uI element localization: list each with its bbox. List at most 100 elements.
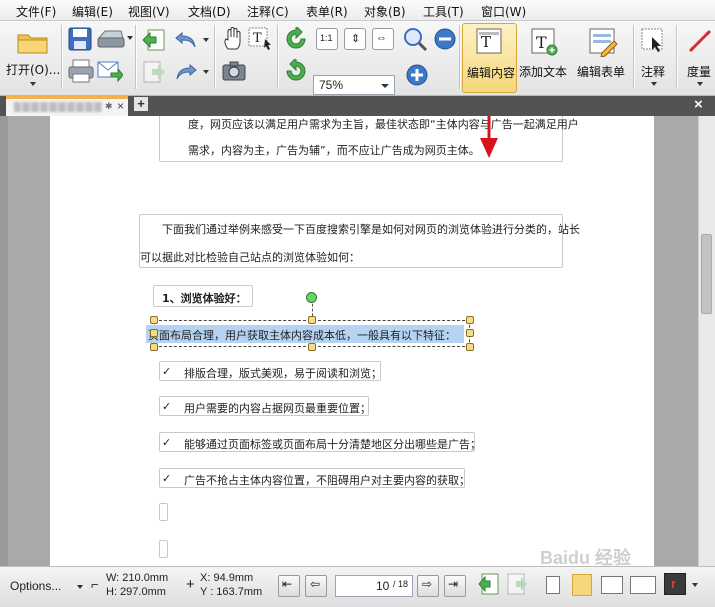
check-item-2[interactable]: ✓ 用户需要的内容占据网页最重要位置； [159, 396, 371, 416]
document-viewport[interactable]: 度，网页应该以满足用户需求为主旨，最佳状态即“主体内容与广告一起满足用户 需求，… [8, 116, 698, 566]
rotate-ccw-icon[interactable] [284, 59, 308, 83]
cursor-y: Y : 163.7mm [200, 586, 263, 598]
menu-tools[interactable]: 工具(T) [423, 3, 464, 20]
fit-width-icon[interactable]: ⇔ [372, 28, 394, 50]
fit-page-icon[interactable]: ⇕ [344, 28, 366, 50]
edit-form-label: 编辑表单 [577, 65, 626, 79]
first-page-button[interactable]: ⇤ [278, 575, 300, 597]
chevron-down-icon [381, 84, 389, 88]
menu-bar: 文件(F) 编辑(E) 视图(V) 文档(D) 注释(C) 表单(R) 对象(B… [0, 0, 715, 21]
menu-object[interactable]: 对象(B) [364, 3, 406, 20]
menu-form[interactable]: 表单(R) [306, 3, 348, 20]
select-text-icon[interactable]: T [248, 27, 274, 51]
zoom-in-icon[interactable] [403, 27, 429, 51]
vertical-scrollbar[interactable] [698, 116, 715, 566]
new-tab-icon[interactable]: + [134, 97, 148, 111]
red-arrow-icon [480, 116, 498, 158]
watermark: Baidu 经验 [540, 548, 632, 566]
scrollbar-thumb[interactable] [701, 234, 712, 314]
continuous-view-icon[interactable] [572, 574, 592, 596]
menu-document[interactable]: 文档(D) [188, 3, 231, 20]
resize-handle-bm[interactable] [308, 343, 316, 351]
annotate-icon [641, 28, 663, 52]
add-text-button[interactable]: T 添加文本 [519, 25, 571, 91]
hand-tool-icon[interactable] [222, 27, 244, 51]
text-box-1[interactable]: 度，网页应该以满足用户需求为主旨，最佳状态即“主体内容与广告一起满足用户 需求，… [159, 116, 579, 162]
app-logo-icon[interactable]: r [664, 573, 686, 595]
page-number-input[interactable]: 10 / 18 [335, 575, 413, 597]
actual-size-icon[interactable]: 1:1 [316, 28, 338, 50]
facing-view-icon[interactable] [601, 576, 623, 594]
empty-text-box[interactable] [159, 540, 168, 558]
check-mark-icon: ✓ [162, 400, 172, 413]
check-item-1[interactable]: ✓ 排版合理，版式美观，易于阅读和浏览； [159, 361, 382, 381]
resize-handle-mr[interactable] [466, 329, 474, 337]
box1-line2: 需求，内容为主，广告为辅”，而不应让广告成为网页主体。 [188, 144, 480, 157]
open-button[interactable]: 打开(O)... [6, 27, 60, 89]
scanner-icon[interactable] [97, 28, 125, 50]
rotation-handle[interactable] [306, 292, 317, 303]
menu-view[interactable]: 视图(V) [128, 3, 170, 20]
menu-file[interactable]: 文件(F) [16, 3, 56, 20]
last-page-button[interactable]: ⇥ [444, 575, 466, 597]
tab-document[interactable]: ✱ × [6, 96, 128, 116]
options-menu[interactable]: Options... [10, 579, 61, 593]
add-text-label: 添加文本 [519, 65, 568, 79]
redo-icon[interactable] [174, 61, 198, 83]
empty-text-box[interactable] [159, 503, 168, 521]
check-item-4[interactable]: ✓ 广告不抢占主体内容位置，不阻碍用户对主要内容的获取； [159, 468, 470, 488]
export-icon[interactable] [142, 61, 166, 85]
resize-handle-tl[interactable] [150, 316, 158, 324]
menu-edit[interactable]: 编辑(E) [72, 3, 113, 20]
email-icon[interactable] [97, 59, 123, 83]
check-item-text: 用户需要的内容占据网页最重要位置； [184, 402, 371, 415]
ruler-icon [688, 29, 712, 53]
import-icon[interactable] [142, 29, 166, 53]
tab-close-icon[interactable]: × [117, 99, 124, 113]
zoom-plus-icon[interactable] [405, 63, 429, 87]
selected-text-box[interactable]: 页面布局合理，用户获取主体内容成本低，一般具有以下特征： [146, 325, 464, 343]
print-icon[interactable] [68, 59, 94, 83]
check-item-3[interactable]: ✓ 能够通过页面标签或页面布局十分清楚地区分出哪些是广告； [159, 432, 481, 452]
resize-handle-br[interactable] [466, 343, 474, 351]
go-forward-icon[interactable] [506, 573, 528, 597]
chevron-down-icon[interactable] [203, 70, 209, 74]
undo-icon[interactable] [174, 29, 198, 51]
resize-handle-tr[interactable] [466, 316, 474, 324]
check-mark-icon: ✓ [162, 436, 172, 449]
annotate-button[interactable]: 注释 [636, 25, 672, 91]
go-back-icon[interactable] [478, 573, 500, 597]
chevron-down-icon[interactable] [30, 82, 36, 86]
chevron-down-icon[interactable] [77, 585, 83, 589]
edit-form-button[interactable]: 编辑表单 [576, 25, 630, 91]
page-current: 10 [376, 579, 390, 593]
measure-label: 度量 [687, 65, 712, 79]
close-document-icon[interactable]: × [694, 96, 703, 113]
continuous-facing-view-icon[interactable] [630, 576, 656, 594]
camera-icon[interactable] [222, 61, 246, 81]
edit-content-label: 编辑内容 [467, 66, 516, 80]
save-icon[interactable] [68, 27, 92, 51]
chevron-down-icon[interactable] [692, 583, 698, 587]
add-text-icon: T [531, 28, 558, 56]
menu-window[interactable]: 窗口(W) [481, 3, 526, 20]
chevron-down-icon[interactable] [127, 36, 133, 40]
resize-handle-tm[interactable] [308, 316, 316, 324]
zoom-select[interactable]: 75% [313, 75, 395, 95]
zoom-out-icon[interactable] [433, 27, 457, 51]
prev-page-button[interactable]: ⇦ [305, 575, 327, 597]
single-page-view-icon[interactable] [546, 576, 560, 594]
text-box-2[interactable]: 下面我们通过举例来感受一下百度搜索引擎是如何对网页的浏览体验进行分类的，站长 可… [139, 214, 580, 268]
chevron-down-icon[interactable] [203, 38, 209, 42]
measure-button[interactable]: 度量 [682, 25, 715, 91]
svg-text:T: T [536, 33, 547, 52]
edit-content-button[interactable]: T 编辑内容 [462, 23, 517, 93]
next-page-button[interactable]: ⇨ [417, 575, 439, 597]
resize-handle-ml[interactable] [150, 329, 158, 337]
menu-comment[interactable]: 注释(C) [247, 3, 289, 20]
resize-handle-bl[interactable] [150, 343, 158, 351]
rotate-cw-icon[interactable] [284, 27, 308, 51]
tab-pin-icon: ✱ [105, 101, 113, 111]
heading-box[interactable]: 1、浏览体验好： [153, 285, 253, 307]
pdf-page[interactable]: 度，网页应该以满足用户需求为主旨，最佳状态即“主体内容与广告一起满足用户 需求，… [50, 116, 654, 566]
